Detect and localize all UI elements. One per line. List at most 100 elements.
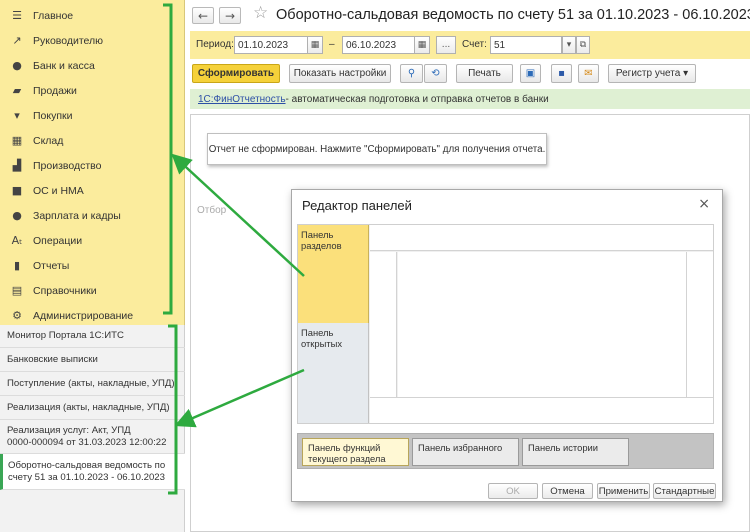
date-to-value: 06.10.2023 [346,39,397,51]
calendar-to-button[interactable]: ▦ [414,36,430,54]
save-button[interactable]: ▪ [551,64,572,83]
select-period-button[interactable]: ... [436,36,456,54]
section-item[interactable]: ● Банк и касса [0,53,185,78]
account-open-button[interactable]: ⧉ [576,36,590,54]
section-item[interactable]: ▮ Отчеты [0,253,185,278]
section-item[interactable]: ↗ Руководителю [0,28,185,53]
finotchetnost-link[interactable]: 1С:ФинОтчетность [198,94,286,105]
section-item-label: Продажи [33,84,77,97]
section-item-label: Главное [33,9,74,22]
calendar-from-button[interactable]: ▦ [307,36,323,54]
section-item[interactable]: ▦ Склад [0,128,185,153]
back-button[interactable]: ← [192,7,214,24]
sections-pane-label: Панель разделов [301,229,342,251]
register-dropdown[interactable]: Регистр учета ▾ [608,64,696,83]
available-panel-functions[interactable]: Панель функций текущего раздела [302,438,409,466]
section-item-label: Склад [33,134,64,147]
warehouse-icon: ▦ [11,134,23,147]
print-button[interactable]: Печать [456,64,513,83]
section-item[interactable]: ▾ Покупки [0,103,185,128]
open-item-label-2: счету 51 за 01.10.2023 - 06.10.2023 [8,471,165,483]
show-settings-label: Показать настройки [293,68,387,79]
section-item-label: Операции [33,234,83,247]
star-icon[interactable]: ☆ [253,3,268,23]
top-drop-zone[interactable] [370,225,713,251]
show-settings-button[interactable]: Показать настройки [289,64,391,83]
search-settings-button[interactable]: ⟲ [424,64,447,83]
register-label: Регистр учета ▾ [615,68,689,79]
open-item[interactable]: Оборотно-сальдовая ведомость по счету 51 … [0,454,185,490]
left-drop-zone[interactable] [370,252,397,397]
section-item[interactable]: Aₜ Операции [0,228,185,253]
section-item-label: Зарплата и кадры [33,209,121,222]
preview-icon: ▣ [525,68,536,79]
apply-button[interactable]: Применить [597,483,650,499]
section-item[interactable]: ☰ Главное [0,3,185,28]
available-panel-favorites[interactable]: Панель избранного [412,438,519,466]
section-item-label: Покупки [33,109,73,122]
section-item-label: Администрирование [33,309,134,322]
preview-button[interactable]: ▣ [520,64,541,83]
section-item[interactable]: ▟ Производство [0,153,185,178]
cart-icon: ▾ [14,109,20,122]
command-bar: Сформировать Показать настройки ⚲ ⟲ Печа… [190,61,750,85]
ok-button[interactable]: OK [488,483,538,499]
factory-icon: ▟ [12,159,22,172]
gear-icon: ⚙ [12,309,22,322]
open-item-text: Оборотно-сальдовая ведомость по счету 51 … [8,460,165,484]
book-icon: ▤ [11,284,23,297]
coin-icon: ● [12,59,22,72]
account-dropdown-button[interactable]: ▾ [562,36,576,54]
ok-label: OK [506,485,520,497]
available-panel-label: Панель функций текущего раздела [308,442,386,464]
section-item[interactable]: ▤ Справочники [0,278,185,303]
close-icon[interactable]: × [698,196,710,212]
section-item[interactable]: ● Зарплата и кадры [0,203,185,228]
right-drop-zone[interactable] [686,252,713,397]
open-item[interactable]: Реализация (акты, накладные, УПД) [0,396,185,420]
generate-button[interactable]: Сформировать [192,64,280,83]
section-item[interactable]: ■ ОС и НМА [0,178,185,203]
open-item[interactable]: Банковские выписки [0,348,185,372]
forward-button[interactable]: → [219,7,241,24]
account-label: Счет: [462,39,487,50]
date-from-value: 01.10.2023 [238,39,289,51]
section-item-label: Справочники [33,284,97,297]
open-item-label: Реализация (акты, накладные, УПД) [7,401,170,413]
report-faded-text: Отбор [197,205,227,216]
cancel-button[interactable]: Отмена [542,483,593,499]
bottom-drop-zone[interactable] [370,397,713,423]
open-pane-slot[interactable]: Панель открытых [298,323,369,423]
open-item-text: Банковские выписки [7,354,98,366]
panel-editor-dialog: Редактор панелей × Панель разделов Панел… [291,189,723,502]
section-item[interactable]: ▰ Продажи [0,78,185,103]
apply-label: Применить [598,485,649,497]
section-item-label: Производство [33,159,102,172]
section-item-label: Руководителю [33,34,104,47]
open-pane-label: Панель открытых [301,327,343,349]
cancel-label: Отмена [550,485,585,497]
sections-panel: ☰ Главное ↗ Руководителю ● Банк и касса ▰ Прода… [0,0,185,325]
calendar-icon: ▦ [417,40,427,50]
open-item[interactable]: Реализация услуг: Акт, УПД 0000-000094 от… [0,420,185,454]
workspace-area [398,252,686,397]
open-item-label: Банковские выписки [7,353,98,365]
open-item[interactable]: Монитор Портала 1С:ИТС [0,325,185,348]
email-button[interactable]: ✉ [578,64,599,83]
save-icon: ▪ [558,68,565,79]
account-field[interactable]: 51 [490,36,562,54]
search-icon: ⚲ [407,68,416,79]
search-button[interactable]: ⚲ [400,64,423,83]
sections-pane-slot[interactable]: Панель разделов [298,225,369,323]
available-panel-history[interactable]: Панель истории [522,438,629,466]
available-panels: Панель функций текущего раздела Панель и… [297,433,714,469]
account-value: 51 [494,39,506,51]
panel-layout-editor: Панель разделов Панель открытых [297,224,714,424]
search-refresh-icon: ⟲ [431,68,440,79]
open-icon: ⧉ [579,40,587,50]
standard-button[interactable]: Стандартные [653,483,716,499]
open-item-label-2: 0000-000094 от 31.03.2023 12:00:22 [7,436,167,448]
open-item[interactable]: Поступление (акты, накладные, УПД) [0,372,185,396]
section-item-label: ОС и НМА [33,184,84,197]
info-text: - автоматическая подготовка и отправка о… [285,93,549,105]
